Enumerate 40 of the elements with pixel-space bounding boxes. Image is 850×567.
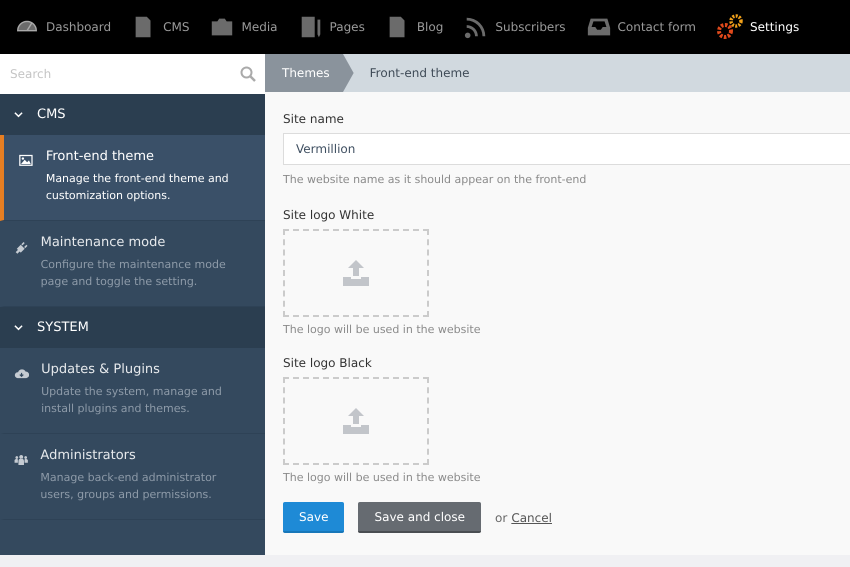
chevron-icon [14, 323, 23, 332]
nav-item[interactable]: Blog [384, 14, 444, 40]
item-title: Front-end theme [46, 149, 156, 164]
or-text: or [495, 510, 508, 524]
field-help-text: The logo will be used in the website [283, 471, 480, 484]
field-label: Site logo White [283, 208, 374, 222]
field-help-text: The website name as it should appear on the front-end [283, 173, 586, 186]
logo-upload-area[interactable] [283, 377, 429, 465]
item-title: Administrators [40, 448, 137, 463]
nav-item[interactable]: Pages [298, 14, 365, 40]
nav-item[interactable]: Dashboard [14, 14, 112, 40]
nav-item[interactable]: Subscribers [463, 14, 566, 40]
item-description: Manage the front-end theme and customization options. [46, 171, 230, 204]
upload-icon [341, 407, 371, 435]
gears-icon [716, 13, 744, 41]
item-title: Updates & Plugins [41, 362, 161, 377]
item-description: Configure the maintenance mode page and toggle the setting. [40, 257, 227, 290]
breadcrumb-current: Front-end theme [368, 66, 470, 80]
section-header[interactable]: CMS [0, 94, 265, 135]
save-and-close-button[interactable]: Save and close [358, 502, 482, 533]
sidebar-item[interactable]: Front-end theme Manage the front-end theme and customization options. [0, 135, 265, 221]
cancel-link[interactable]: Cancel [511, 510, 552, 524]
item-description: Update the system, manage and install plugins and themes. [41, 384, 223, 417]
save-button[interactable]: Save [283, 502, 344, 533]
chevron-icon [14, 110, 23, 119]
upload-icon [341, 259, 371, 287]
field-label: Site logo Black [283, 356, 372, 370]
item-description: Manage back-end administrator users, groups and permissions. [40, 470, 218, 503]
section-header[interactable]: SYSTEM [0, 307, 265, 348]
field-label: Site name [283, 112, 344, 126]
field-help-text: The logo will be used in the website [283, 323, 480, 336]
item-title: Maintenance mode [40, 235, 166, 250]
nav-item[interactable]: Contact form [586, 14, 696, 40]
nav-item[interactable]: Media [209, 14, 278, 40]
search-icon[interactable] [240, 66, 256, 82]
site-name-input[interactable]: Vermillion [283, 133, 850, 165]
logo-upload-area[interactable] [283, 229, 429, 317]
nav-item[interactable]: CMS [131, 14, 190, 40]
nav-item[interactable]: Settings [716, 13, 800, 41]
search-field[interactable]: Search [0, 54, 265, 94]
